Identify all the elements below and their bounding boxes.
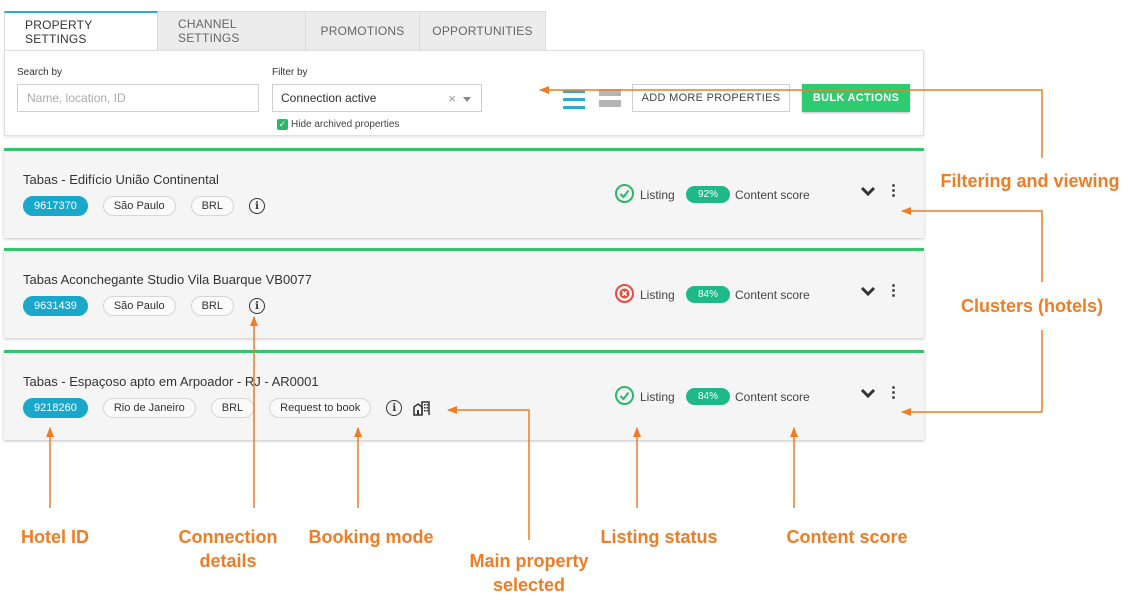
annotation-connection: Connection details [178,527,278,571]
annotation-listing-status: Listing status [600,527,718,547]
annotation-content-score: Content score [786,527,908,547]
annotation-clusters: Clusters (hotels) [960,296,1104,316]
annotation-booking-mode: Booking mode [308,527,434,547]
annotation-main-property: Main property selected [469,551,589,595]
annotation-filtering: Filtering and viewing [940,171,1120,191]
annotation-hotel-id: Hotel ID [20,527,89,547]
